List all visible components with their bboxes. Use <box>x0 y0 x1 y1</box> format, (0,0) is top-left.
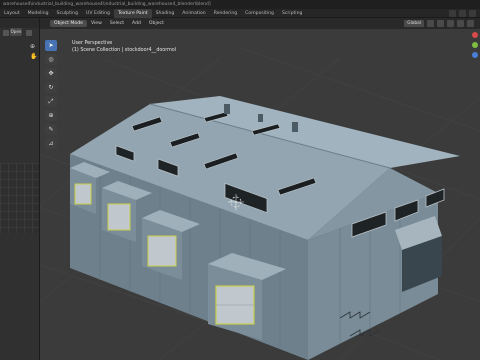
menu-select[interactable]: Select <box>106 21 128 26</box>
topbar-right-controls <box>449 10 476 17</box>
tab-animation[interactable]: Animation <box>178 9 209 18</box>
move-icon[interactable]: ✥ <box>45 68 57 79</box>
tab-uv-editing[interactable]: UV Editing <box>82 9 114 18</box>
axis-y-icon[interactable] <box>472 42 478 48</box>
tab-sculpting[interactable]: Sculpting <box>53 9 82 18</box>
proportional-edit-icon[interactable] <box>437 20 444 27</box>
menu-object[interactable]: Object <box>145 21 168 26</box>
transform-orientation-dropdown[interactable]: Global <box>404 20 424 27</box>
warehouse-model[interactable] <box>70 96 460 360</box>
tab-shading[interactable]: Shading <box>152 9 179 18</box>
shading-material-icon[interactable] <box>467 20 474 27</box>
mode-selector[interactable]: Object Mode <box>50 20 87 27</box>
transform-icon[interactable]: ⊕ <box>45 110 57 121</box>
open-button[interactable]: Open <box>10 28 22 36</box>
editor-type-icon[interactable] <box>3 30 9 36</box>
tab-rendering[interactable]: Rendering <box>210 9 241 18</box>
tab-scripting[interactable]: Scripting <box>278 9 306 18</box>
render-icon[interactable] <box>469 10 476 17</box>
menu-view[interactable]: View <box>87 21 106 26</box>
rotate-icon[interactable]: ↻ <box>45 82 57 93</box>
tab-compositing[interactable]: Compositing <box>241 9 278 18</box>
tool-shelf: ➤ ◎ ✥ ↻ ⤢ ⊕ ✎ ⊿ <box>45 40 57 149</box>
window-title: warehouse4\industrial_building_warehouse… <box>3 2 211 7</box>
axis-x-icon[interactable] <box>472 32 478 38</box>
shading-solid-icon[interactable] <box>457 20 464 27</box>
workspace-tabs: Layout Modeling Sculpting UV Editing Texture… <box>0 9 306 18</box>
scene-collection-label: (1) Scene Collection | stockdoor4__doorm… <box>72 48 177 53</box>
view-name-label: User Perspective <box>72 41 113 46</box>
viewport-scene <box>40 47 480 360</box>
tab-modeling[interactable]: Modeling <box>24 9 53 18</box>
measure-icon[interactable]: ⊿ <box>45 138 57 149</box>
left-editor-panel: Open ⊕ ✋ <box>0 18 40 360</box>
menu-add[interactable]: Add <box>128 21 145 26</box>
image-browse-icon[interactable] <box>26 30 32 36</box>
select-cursor-icon[interactable]: ➤ <box>45 40 57 51</box>
viewport-nav-gizmo <box>472 32 478 58</box>
hand-icon[interactable]: ✋ <box>30 54 37 60</box>
uv-grid-preview <box>0 163 39 233</box>
tab-texture-paint[interactable]: Texture Paint <box>113 9 152 18</box>
scale-icon[interactable]: ⤢ <box>45 96 57 107</box>
annotate-icon[interactable]: ✎ <box>45 124 57 135</box>
left-panel-header <box>0 18 39 28</box>
3d-viewport[interactable]: Object Mode View Select Add Object Global U… <box>40 18 480 360</box>
viewport-header-right: Global <box>404 20 474 27</box>
viewport-menus: View Select Add Object <box>87 21 168 26</box>
tab-layout[interactable]: Layout <box>0 9 24 18</box>
cursor-icon[interactable]: ◎ <box>45 54 57 65</box>
view-layer-icon[interactable] <box>459 10 466 17</box>
zoom-icon[interactable]: ⊕ <box>30 44 36 50</box>
axis-z-icon[interactable] <box>472 52 478 58</box>
workspace-topbar: Layout Modeling Sculpting UV Editing Texture… <box>0 9 480 18</box>
viewport-header: Object Mode View Select Add Object Global <box>40 18 480 29</box>
window-titlebar: warehouse4\industrial_building_warehouse… <box>0 0 480 9</box>
snap-icon[interactable] <box>427 20 434 27</box>
scene-icon[interactable] <box>449 10 456 17</box>
overlay-icon[interactable] <box>447 20 454 27</box>
